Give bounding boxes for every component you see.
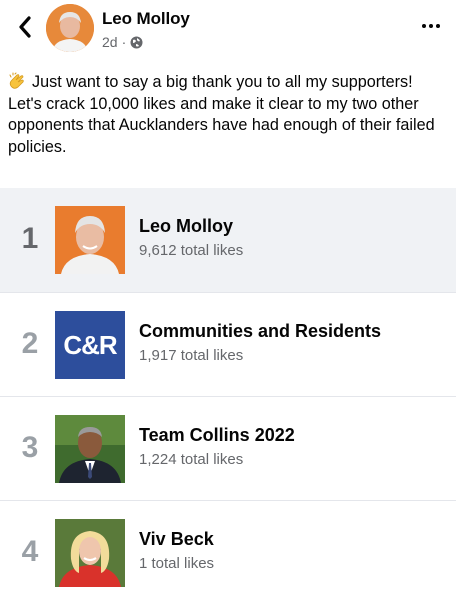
page-name[interactable]: Communities and Residents [139,321,381,342]
total-likes: 1,224 total likes [139,451,244,468]
total-likes: 9,612 total likes [139,242,244,259]
cr-logo[interactable]: C&R [55,311,125,379]
post-body: Just want to say a big thank you to all … [8,73,435,156]
more-options-button[interactable] [416,14,446,38]
post-header: Leo Molloy 2d · [0,0,456,62]
likes-ranking-list: 1 Leo Molloy 9,612 total likes 2 C&R Com… [0,188,456,600]
ranking-row[interactable]: 3 Team Collins 2022 1,224 total likes [0,396,456,500]
cr-logo-text: C&R [63,329,117,360]
rank-number: 2 [21,327,39,360]
page-name[interactable]: Viv Beck [139,529,214,550]
total-likes: 1 total likes [139,555,215,572]
page-name[interactable]: Leo Molloy [139,216,233,237]
clapping-hands-icon [9,72,24,89]
more-dot-icon [436,24,440,28]
author-avatar[interactable] [46,4,94,52]
chevron-left-icon [19,16,31,38]
rank-number: 4 [21,535,39,568]
author-name[interactable]: Leo Molloy [102,9,190,29]
ranking-row[interactable]: 2 C&R Communities and Residents 1,917 to… [0,292,456,396]
post-text: Just want to say a big thank you to all … [8,72,448,158]
back-button[interactable] [8,10,42,44]
ranking-row[interactable]: 1 Leo Molloy 9,612 total likes [0,188,456,292]
ranking-row[interactable]: 4 Viv Beck 1 total likes [0,500,456,600]
page-thumbnail[interactable] [55,415,125,483]
meta-separator: · [121,34,127,50]
page-thumbnail[interactable] [55,519,125,587]
total-likes: 1,917 total likes [139,347,244,364]
more-dot-icon [429,24,433,28]
globe-icon [130,36,143,48]
rank-number: 3 [21,431,39,464]
page-name[interactable]: Team Collins 2022 [139,425,295,446]
more-dot-icon [422,24,426,28]
rank-number: 1 [21,222,39,255]
page-thumbnail[interactable] [55,206,125,274]
post-time[interactable]: 2d [102,34,118,50]
post-meta: 2d · [102,34,143,50]
